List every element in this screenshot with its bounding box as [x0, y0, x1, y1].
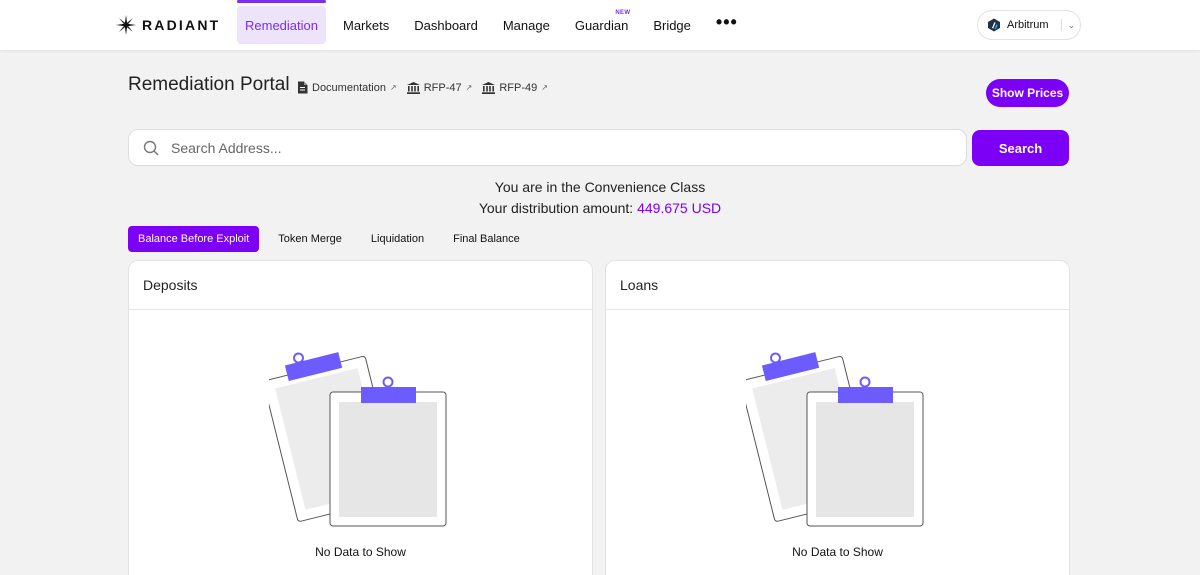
loans-empty-message: No Data to Show: [792, 545, 883, 559]
distribution-amount: 449.675 USD: [637, 200, 722, 216]
loans-panel: Loans No Data to Show: [605, 260, 1070, 575]
divider: [1060, 19, 1062, 31]
documentation-link[interactable]: Documentation ↗: [297, 81, 397, 94]
nav-item-label: Remediation: [245, 17, 318, 33]
chevron-down-icon: ⌄: [1067, 19, 1076, 30]
rfp-49-label: RFP-49: [499, 81, 538, 94]
tab-label: Liquidation: [370, 233, 425, 245]
empty-clipboard-icon: [746, 352, 924, 527]
show-prices-button[interactable]: Show Prices: [986, 79, 1069, 107]
new-badge: NEW: [615, 10, 631, 16]
class-info-line: You are in the Convenience Class: [0, 179, 1200, 195]
nav-item-manage[interactable]: Manage: [495, 6, 558, 44]
document-icon: [298, 81, 308, 94]
main-nav: Remediation Markets Dashboard Manage NEW…: [237, 0, 755, 50]
brand-name: RADIANT: [142, 17, 221, 33]
bank-icon: [406, 81, 420, 94]
distribution-label: Your distribution amount:: [478, 200, 634, 216]
tab-label: Balance Before Exploit: [138, 233, 250, 245]
nav-item-label: Dashboard: [414, 17, 478, 33]
external-link-icon: ↗: [390, 83, 397, 92]
nav-item-label: Markets: [343, 17, 390, 33]
nav-item-guardian[interactable]: NEW Guardian: [567, 6, 636, 44]
top-navigation-bar: RADIANT Remediation Markets Dashboard Ma…: [0, 0, 1200, 50]
nav-item-label: Manage: [502, 17, 550, 33]
loans-title: Loans: [606, 261, 1069, 310]
search-field[interactable]: [128, 129, 967, 166]
documentation-links: Documentation ↗ RFP-47 ↗ RFP-49 ↗: [297, 81, 548, 94]
more-menu-icon[interactable]: •••: [708, 6, 746, 44]
empty-clipboard-icon: [269, 352, 447, 527]
rfp-47-label: RFP-47: [423, 81, 462, 94]
tab-token-merge[interactable]: Token Merge: [268, 226, 352, 252]
bank-icon: [482, 81, 496, 94]
nav-item-markets[interactable]: Markets: [335, 6, 397, 44]
radiant-logo[interactable]: RADIANT: [116, 14, 220, 36]
tab-final-balance[interactable]: Final Balance: [443, 226, 530, 252]
tab-label: Token Merge: [278, 233, 342, 245]
tab-label: Final Balance: [453, 233, 520, 245]
network-selector[interactable]: Arbitrum ⌄: [977, 10, 1081, 40]
external-link-icon: ↗: [465, 83, 473, 92]
deposits-panel: Deposits No Data to Show: [128, 260, 593, 575]
nav-item-dashboard[interactable]: Dashboard: [406, 6, 486, 44]
rfp-47-link[interactable]: RFP-47 ↗: [406, 81, 473, 94]
external-link-icon: ↗: [541, 83, 548, 92]
search-icon: [143, 140, 159, 155]
nav-item-label: Guardian: [574, 17, 629, 33]
deposits-empty-message: No Data to Show: [315, 545, 406, 559]
nav-item-bridge[interactable]: Bridge: [645, 6, 699, 44]
documentation-link-label: Documentation: [312, 81, 386, 94]
page-title: Remediation Portal: [128, 74, 290, 95]
deposits-title: Deposits: [129, 261, 592, 310]
arbitrum-icon: [988, 18, 1000, 32]
network-name: Arbitrum: [1007, 19, 1049, 31]
nav-item-label: Bridge: [653, 17, 691, 33]
rfp-49-link[interactable]: RFP-49 ↗: [482, 81, 548, 94]
tab-balance-before-exploit[interactable]: Balance Before Exploit: [128, 226, 260, 252]
class-label: You are in the Convenience Class: [494, 179, 706, 195]
tab-liquidation[interactable]: Liquidation: [361, 226, 434, 252]
balance-tabs: Balance Before Exploit Token Merge Liqui…: [128, 226, 539, 252]
distribution-line: Your distribution amount: 449.675 USD: [0, 200, 1200, 216]
search-button[interactable]: Search: [972, 130, 1069, 166]
nav-item-remediation[interactable]: Remediation: [237, 0, 326, 44]
radiant-star-icon: [116, 15, 136, 35]
search-input[interactable]: [171, 139, 931, 156]
